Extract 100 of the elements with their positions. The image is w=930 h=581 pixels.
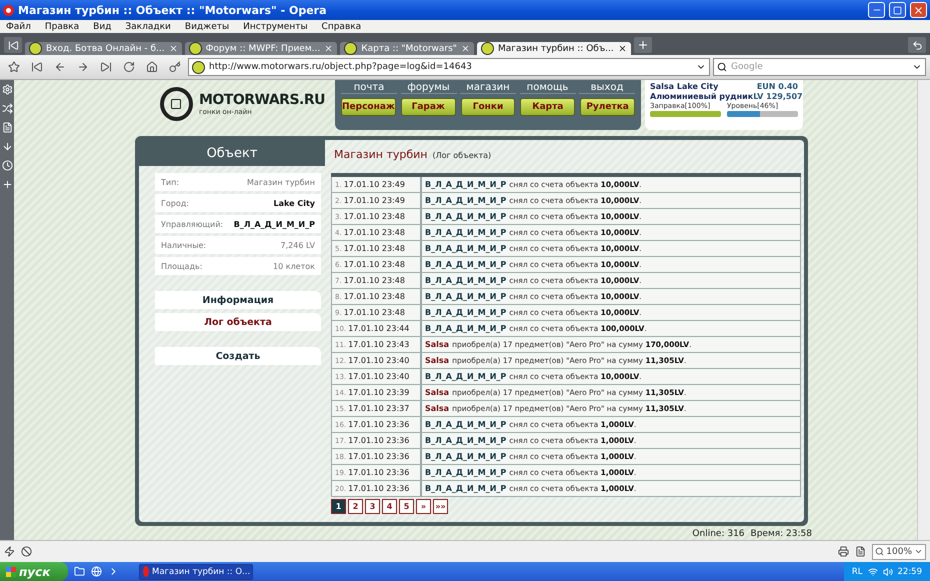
timestamp: 17.01.10 23:48 <box>344 260 405 269</box>
close-button[interactable] <box>910 2 927 18</box>
browser-tab[interactable]: Карта :: "Motorwars" <box>340 42 474 55</box>
menu-item[interactable]: Вид <box>93 22 112 32</box>
user-link[interactable]: В_Л_А_Д_И_М_И_Р <box>425 276 506 285</box>
nav-button[interactable]: Карта <box>520 98 576 116</box>
wifi-icon[interactable] <box>868 566 878 576</box>
speaker-icon[interactable] <box>882 566 892 576</box>
notes-icon[interactable] <box>2 122 12 133</box>
scrollbar[interactable] <box>917 80 930 540</box>
taskbar-button[interactable]: Магазин турбин :: О... <box>139 564 253 580</box>
page-link[interactable]: 2 <box>348 499 363 514</box>
nav-link[interactable]: почта <box>341 82 397 94</box>
user-link[interactable]: Salsa <box>425 404 450 413</box>
browser-tab[interactable]: Форум :: MWPF: Прием... <box>184 42 338 55</box>
minimize-button[interactable] <box>868 2 885 18</box>
side-menu-button[interactable]: Информация <box>155 291 321 309</box>
menu-item[interactable]: Инструменты <box>243 22 308 32</box>
user-link[interactable]: В_Л_А_Д_И_М_И_Р <box>425 468 506 477</box>
address-field[interactable]: http://www.motorwars.ru/object.php?page=log&id=14643 <box>188 58 710 76</box>
clock: 22:59 <box>898 566 922 576</box>
folder-icon[interactable] <box>74 566 85 577</box>
user-link[interactable]: В_Л_А_Д_И_М_И_Р <box>425 228 506 237</box>
search-icon <box>875 547 884 556</box>
money-balance: LV 129,507 <box>753 92 803 101</box>
globe-icon[interactable] <box>91 566 102 577</box>
browser-tab[interactable]: Магазин турбин :: Объ... <box>476 42 631 55</box>
maximize-icon <box>893 6 902 14</box>
nav-button[interactable]: Рулетка <box>580 98 635 116</box>
side-menu-button[interactable]: Лог объекта <box>155 313 321 331</box>
printer-icon[interactable] <box>838 546 850 557</box>
field-label: Управляющий: <box>161 220 224 228</box>
nav-link[interactable]: помощь <box>520 82 576 94</box>
site-logo[interactable]: MOTORWARS.RU <box>198 92 325 108</box>
user-link[interactable]: В_Л_А_Д_И_М_И_Р <box>425 308 506 317</box>
new-tab-icon[interactable] <box>634 37 652 53</box>
menu-item[interactable]: Закладки <box>125 22 171 32</box>
nav-button[interactable]: Гонки <box>460 98 516 116</box>
page-title: Магазин турбин <box>334 148 428 161</box>
menu-item[interactable]: Правка <box>44 22 80 32</box>
timestamp: 17.01.10 23:36 <box>348 484 410 493</box>
share-icon[interactable] <box>2 103 12 114</box>
dropdown-icon[interactable] <box>914 547 923 556</box>
user-link[interactable]: В_Л_А_Д_И_М_И_Р <box>425 372 506 381</box>
user-link[interactable]: В_Л_А_Д_И_М_И_Р <box>425 292 506 301</box>
player-name[interactable]: Salsa Lake City <box>650 82 718 91</box>
user-link[interactable]: В_Л_А_Д_И_М_И_Р <box>425 436 506 445</box>
close-icon[interactable] <box>618 44 627 53</box>
user-link[interactable]: В_Л_А_Д_И_М_И_Р <box>425 452 506 461</box>
browser-tab[interactable]: Вход. Ботва Онлайн - б... <box>25 42 182 55</box>
add-icon[interactable] <box>2 179 12 190</box>
user-link[interactable]: Salsa <box>425 340 450 349</box>
lightning-icon[interactable] <box>4 546 15 557</box>
field-value: 7,246 LV <box>280 240 315 250</box>
page-link[interactable]: 1 <box>331 499 346 514</box>
user-link[interactable]: В_Л_А_Д_И_М_И_Р <box>425 196 506 205</box>
user-link[interactable]: В_Л_А_Д_И_М_И_Р <box>425 244 506 253</box>
history-icon[interactable] <box>2 160 12 171</box>
timestamp: 17.01.10 23:36 <box>348 436 410 445</box>
page-link[interactable]: » <box>416 499 431 514</box>
menu-item[interactable]: Справка <box>322 22 362 32</box>
create-button[interactable]: Создать <box>155 347 321 365</box>
mine-name: Алюминиевый рудник <box>650 92 754 101</box>
page-icon[interactable] <box>855 546 866 557</box>
language-indicator[interactable]: RL <box>852 566 862 576</box>
field-value: 10 клеток <box>273 262 315 270</box>
user-link[interactable]: Salsa <box>425 356 450 365</box>
user-link[interactable]: В_Л_А_Д_И_М_И_Р <box>425 484 506 493</box>
settings-icon[interactable] <box>2 84 12 95</box>
search-bar[interactable]: Google <box>713 58 926 76</box>
user-link[interactable]: В_Л_А_Д_И_М_И_Р <box>425 180 506 189</box>
user-link[interactable]: В_Л_А_Д_И_М_И_Р <box>425 260 506 269</box>
page-link[interactable]: 4 <box>382 499 397 514</box>
timestamp: 17.01.10 23:36 <box>348 468 410 477</box>
menu-item[interactable]: Файл <box>6 22 31 32</box>
nav-link[interactable]: магазин <box>460 82 516 94</box>
timestamp: 17.01.10 23:43 <box>348 340 410 349</box>
undo-icon[interactable] <box>908 37 926 53</box>
timestamp: 17.01.10 23:48 <box>344 276 405 285</box>
user-link[interactable]: В_Л_А_Д_И_М_И_Р <box>425 324 506 333</box>
user-link[interactable]: Salsa <box>425 388 450 397</box>
timestamp: 17.01.10 23:48 <box>344 292 405 301</box>
zoom-field[interactable]: 100% <box>872 544 926 560</box>
opera-logo-icon <box>143 566 149 577</box>
page-link[interactable]: 5 <box>399 499 414 514</box>
page-link[interactable]: 3 <box>365 499 380 514</box>
panel-toggle-icon[interactable] <box>4 37 22 53</box>
nav-button[interactable]: Гараж <box>400 98 456 116</box>
nav-link[interactable]: форумы <box>400 82 456 94</box>
timestamp: 17.01.10 23:44 <box>348 324 410 333</box>
user-link[interactable]: В_Л_А_Д_И_М_И_Р <box>425 420 506 429</box>
download-icon[interactable] <box>2 141 12 152</box>
maximize-button[interactable] <box>889 2 906 18</box>
menu-item[interactable]: Виджеты <box>184 22 230 32</box>
user-link[interactable]: В_Л_А_Д_И_М_И_Р <box>425 212 506 221</box>
block-icon[interactable] <box>21 546 32 557</box>
timestamp: 17.01.10 23:48 <box>344 228 405 237</box>
nav-link[interactable]: выход <box>579 82 635 94</box>
nav-button[interactable]: Персонаж <box>341 98 396 116</box>
page-link[interactable]: »» <box>433 499 448 514</box>
